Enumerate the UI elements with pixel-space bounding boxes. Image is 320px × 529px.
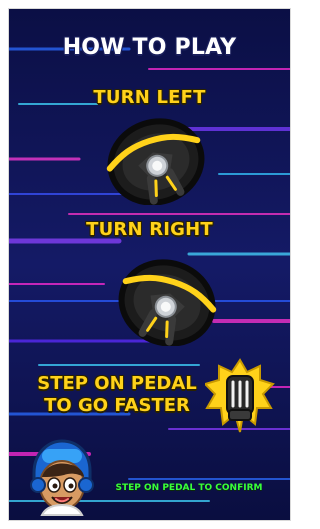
turn-left-label: TURN LEFT [93,87,206,108]
pedal-icon [205,358,275,433]
steering-wheel-icon [118,259,217,346]
game-screen: HOW TO PLAY TURN LEFT TURN RIGHT STEP ON… [9,9,290,520]
page-title: HOW TO PLAY [62,35,237,60]
character-avatar [30,439,94,516]
turn-right-label: TURN RIGHT [86,219,213,240]
confirm-instruction: STEP ON PEDAL TO CONFIRM [115,483,263,493]
pedal-instruction: STEP ON PEDAL TO GO FASTER [27,373,207,417]
pedal-instruction-line-1: STEP ON PEDAL [37,373,197,394]
pedal-instruction-line-2: TO GO FASTER [44,395,190,416]
steering-wheel-icon [106,118,205,205]
